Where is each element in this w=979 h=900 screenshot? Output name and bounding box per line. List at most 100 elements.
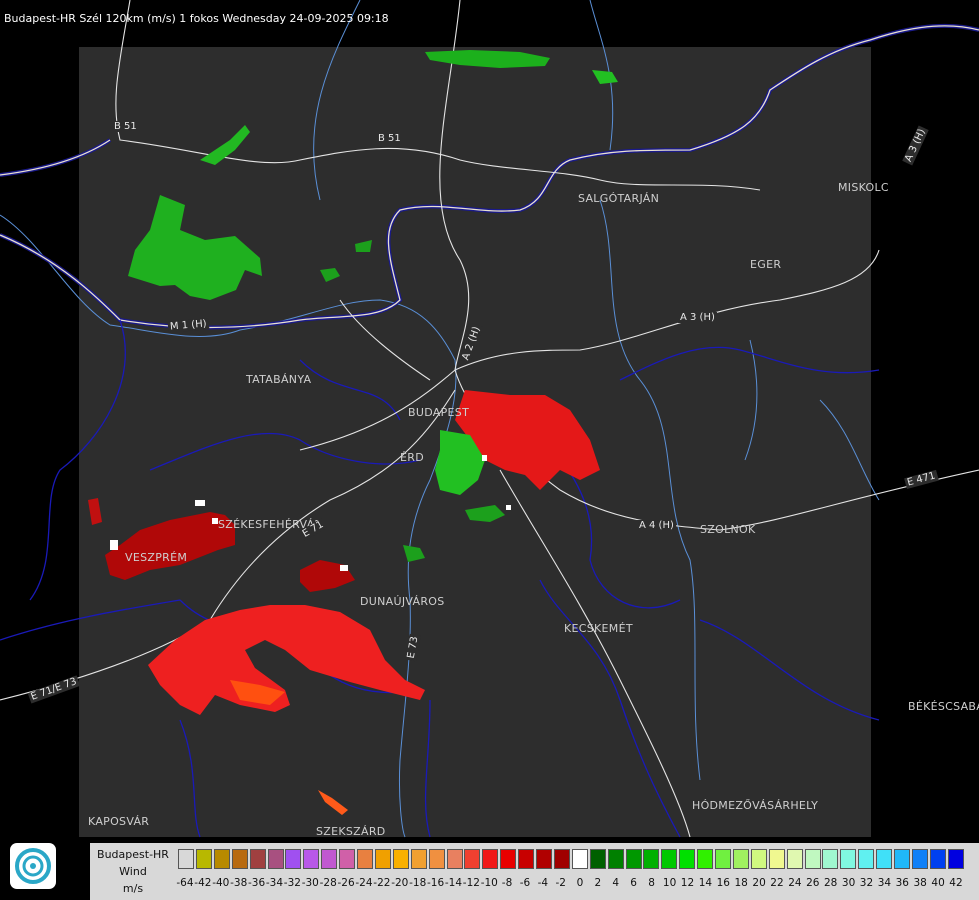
legend-swatch — [786, 849, 803, 869]
legend-tick-label: -10 — [480, 877, 498, 889]
city-label: BÉKÉSCSABA — [908, 700, 979, 713]
legend-tick-label: 8 — [648, 877, 655, 889]
legend-tick-label: -36 — [248, 877, 266, 889]
legend-tick-label: 38 — [913, 877, 927, 889]
legend-tick-label: 18 — [734, 877, 748, 889]
legend-tick-label: 36 — [895, 877, 909, 889]
legend-swatch — [518, 849, 535, 869]
legend-tick-label: -40 — [212, 877, 230, 889]
legend-tick-label: -24 — [355, 877, 373, 889]
legend-swatch — [750, 849, 767, 869]
legend-swatch — [482, 849, 499, 869]
legend-title-line: Wind — [119, 865, 147, 878]
legend-tick-label: -16 — [427, 877, 445, 889]
radar-map — [0, 0, 979, 900]
legend-tick-label: -6 — [519, 877, 531, 889]
legend-swatch — [303, 849, 320, 869]
legend-swatch — [768, 849, 785, 869]
road-label: B 51 — [376, 133, 403, 144]
legend-tick-label: -8 — [501, 877, 513, 889]
legend-swatch — [392, 849, 409, 869]
legend-swatch — [876, 849, 893, 869]
map-title: Budapest-HR Szél 120km (m/s) 1 fokos Wed… — [4, 12, 389, 25]
legend-tick-label: 28 — [824, 877, 838, 889]
legend-tick-label: 4 — [612, 877, 620, 889]
legend-swatch — [536, 849, 552, 869]
legend-swatch — [929, 849, 946, 869]
legend-swatch — [339, 849, 356, 869]
legend-tick-label: 30 — [841, 877, 856, 889]
legend-tick-label: 14 — [698, 877, 713, 889]
legend-swatch — [947, 849, 964, 869]
city-label: DUNAÚJVÁROS — [360, 595, 445, 608]
city-label: KAPOSVÁR — [88, 815, 150, 828]
legend-tick-label: -22 — [373, 877, 391, 889]
legend-swatch — [625, 849, 642, 869]
city-label: ÉRD — [400, 451, 424, 464]
legend-swatch — [715, 849, 731, 869]
legend-tick-label: -26 — [337, 877, 355, 889]
legend-tick-label: 26 — [806, 877, 820, 889]
city-label: KECSKEMÉT — [564, 622, 633, 635]
legend-swatch — [679, 849, 696, 869]
city-label: BUDAPEST — [408, 406, 470, 419]
legend-tick-label: -28 — [319, 877, 337, 889]
legend-swatch — [804, 849, 821, 869]
legend-swatch — [858, 849, 875, 869]
legend-swatch — [553, 849, 570, 869]
legend-tick-label: 12 — [680, 877, 695, 889]
city-label: VESZPRÉM — [125, 551, 188, 564]
road-label: A 3 (H) — [678, 312, 717, 323]
legend-tick-label: -12 — [462, 877, 480, 889]
legend-tick-label: -64 — [176, 877, 194, 889]
legend-tick-label: -20 — [391, 877, 409, 889]
city-label: HÓDMEZŐVÁSÁRHELY — [692, 799, 819, 812]
legend-swatch — [195, 849, 212, 869]
legend-tick-label: 6 — [630, 877, 637, 889]
legend-swatch — [321, 849, 338, 869]
legend-tick-label: -2 — [555, 877, 566, 889]
omsz-logo-icon — [10, 843, 56, 889]
legend-swatch — [643, 849, 660, 869]
legend-swatch — [410, 849, 427, 869]
legend-swatch — [732, 849, 749, 869]
legend-swatch — [697, 849, 714, 869]
road-label: B 51 — [112, 121, 139, 132]
legend-tick-label: -14 — [444, 877, 463, 889]
city-label: EGER — [750, 258, 782, 271]
legend-swatch — [589, 849, 606, 869]
legend-tick-label: 0 — [576, 877, 584, 889]
legend-swatch — [661, 849, 678, 869]
legend-swatch — [571, 849, 588, 869]
legend-swatch — [446, 849, 463, 869]
legend-swatch — [840, 849, 857, 869]
city-label: TATABÁNYA — [246, 373, 312, 386]
legend-swatch — [285, 849, 302, 869]
legend-title: Budapest-HR Wind m/s — [90, 846, 176, 897]
legend-tick-label: -42 — [194, 877, 212, 889]
legend-tick-label: 20 — [752, 877, 766, 889]
legend-title-line: Budapest-HR — [97, 848, 169, 861]
city-label: SALGÓTARJÁN — [578, 192, 660, 205]
legend-swatch — [464, 849, 481, 869]
legend-swatch — [894, 849, 910, 869]
legend-tick-label: 24 — [788, 877, 802, 889]
legend-tick-label: 10 — [662, 877, 677, 889]
legend-swatch — [178, 849, 194, 869]
legend-tick-label: 34 — [877, 877, 892, 889]
legend-tick-label: -34 — [265, 877, 284, 889]
legend-tick-label: 16 — [716, 877, 730, 889]
city-label: MISKOLC — [838, 181, 889, 194]
legend-swatch — [911, 849, 928, 869]
legend-swatch — [500, 849, 517, 869]
legend-title-line: m/s — [122, 882, 144, 895]
legend-tick-label: 2 — [594, 877, 602, 889]
legend-tick-label: 42 — [949, 877, 963, 889]
legend-swatch — [822, 849, 839, 869]
legend-swatch — [428, 849, 445, 869]
legend-swatch — [231, 849, 248, 869]
legend-tick-label: 32 — [859, 877, 874, 889]
legend-tick-label: -32 — [283, 877, 301, 889]
legend-swatch — [357, 849, 373, 869]
legend-tick-label: 40 — [931, 877, 945, 889]
